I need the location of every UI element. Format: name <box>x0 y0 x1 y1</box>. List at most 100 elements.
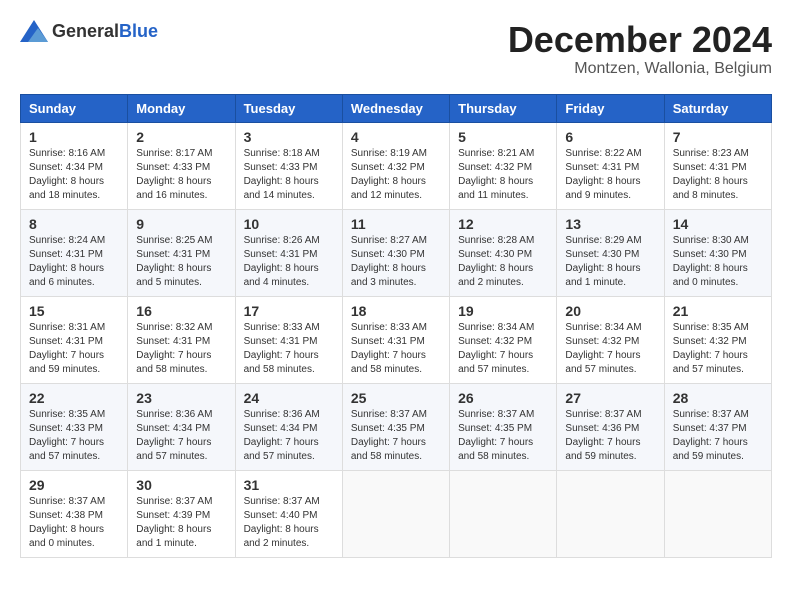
calendar-day-cell: 4 Sunrise: 8:19 AMSunset: 4:32 PMDayligh… <box>342 122 449 209</box>
day-info: Sunrise: 8:36 AMSunset: 4:34 PMDaylight:… <box>244 409 320 462</box>
day-number: 20 <box>565 303 655 319</box>
calendar-day-cell: 11 Sunrise: 8:27 AMSunset: 4:30 PMDaylig… <box>342 209 449 296</box>
day-number: 10 <box>244 216 334 232</box>
day-info: Sunrise: 8:30 AMSunset: 4:30 PMDaylight:… <box>673 235 749 288</box>
header-wednesday: Wednesday <box>342 94 449 122</box>
day-number: 9 <box>136 216 226 232</box>
day-info: Sunrise: 8:37 AMSunset: 4:40 PMDaylight:… <box>244 496 320 549</box>
day-info: Sunrise: 8:28 AMSunset: 4:30 PMDaylight:… <box>458 235 534 288</box>
calendar-day-cell: 18 Sunrise: 8:33 AMSunset: 4:31 PMDaylig… <box>342 296 449 383</box>
calendar-day-cell: 30 Sunrise: 8:37 AMSunset: 4:39 PMDaylig… <box>128 470 235 557</box>
day-info: Sunrise: 8:24 AMSunset: 4:31 PMDaylight:… <box>29 235 105 288</box>
calendar-table: Sunday Monday Tuesday Wednesday Thursday… <box>20 94 772 558</box>
calendar-day-cell <box>664 470 771 557</box>
day-info: Sunrise: 8:32 AMSunset: 4:31 PMDaylight:… <box>136 322 212 375</box>
header-friday: Friday <box>557 94 664 122</box>
day-info: Sunrise: 8:36 AMSunset: 4:34 PMDaylight:… <box>136 409 212 462</box>
day-number: 8 <box>29 216 119 232</box>
header-thursday: Thursday <box>450 94 557 122</box>
day-number: 24 <box>244 390 334 406</box>
calendar-day-cell <box>342 470 449 557</box>
calendar-day-cell <box>557 470 664 557</box>
calendar-day-cell: 2 Sunrise: 8:17 AMSunset: 4:33 PMDayligh… <box>128 122 235 209</box>
day-number: 26 <box>458 390 548 406</box>
day-number: 6 <box>565 129 655 145</box>
header-row: Sunday Monday Tuesday Wednesday Thursday… <box>21 94 772 122</box>
day-number: 17 <box>244 303 334 319</box>
calendar-day-cell: 5 Sunrise: 8:21 AMSunset: 4:32 PMDayligh… <box>450 122 557 209</box>
day-number: 18 <box>351 303 441 319</box>
calendar-week-row: 15 Sunrise: 8:31 AMSunset: 4:31 PMDaylig… <box>21 296 772 383</box>
day-number: 3 <box>244 129 334 145</box>
calendar-day-cell: 9 Sunrise: 8:25 AMSunset: 4:31 PMDayligh… <box>128 209 235 296</box>
title-area: December 2024 Montzen, Wallonia, Belgium <box>508 20 772 78</box>
calendar-day-cell: 24 Sunrise: 8:36 AMSunset: 4:34 PMDaylig… <box>235 383 342 470</box>
calendar-week-row: 29 Sunrise: 8:37 AMSunset: 4:38 PMDaylig… <box>21 470 772 557</box>
day-info: Sunrise: 8:37 AMSunset: 4:37 PMDaylight:… <box>673 409 749 462</box>
day-info: Sunrise: 8:26 AMSunset: 4:31 PMDaylight:… <box>244 235 320 288</box>
day-number: 2 <box>136 129 226 145</box>
logo-text: GeneralBlue <box>52 21 158 42</box>
day-info: Sunrise: 8:18 AMSunset: 4:33 PMDaylight:… <box>244 148 320 201</box>
day-info: Sunrise: 8:33 AMSunset: 4:31 PMDaylight:… <box>244 322 320 375</box>
header-monday: Monday <box>128 94 235 122</box>
day-info: Sunrise: 8:16 AMSunset: 4:34 PMDaylight:… <box>29 148 105 201</box>
calendar-day-cell: 3 Sunrise: 8:18 AMSunset: 4:33 PMDayligh… <box>235 122 342 209</box>
day-info: Sunrise: 8:37 AMSunset: 4:35 PMDaylight:… <box>351 409 427 462</box>
calendar-day-cell: 13 Sunrise: 8:29 AMSunset: 4:30 PMDaylig… <box>557 209 664 296</box>
day-number: 31 <box>244 477 334 493</box>
calendar-week-row: 22 Sunrise: 8:35 AMSunset: 4:33 PMDaylig… <box>21 383 772 470</box>
day-number: 16 <box>136 303 226 319</box>
day-number: 7 <box>673 129 763 145</box>
calendar-day-cell: 28 Sunrise: 8:37 AMSunset: 4:37 PMDaylig… <box>664 383 771 470</box>
location-subtitle: Montzen, Wallonia, Belgium <box>508 60 772 78</box>
day-number: 23 <box>136 390 226 406</box>
day-info: Sunrise: 8:35 AMSunset: 4:32 PMDaylight:… <box>673 322 749 375</box>
calendar-day-cell: 7 Sunrise: 8:23 AMSunset: 4:31 PMDayligh… <box>664 122 771 209</box>
calendar-day-cell: 19 Sunrise: 8:34 AMSunset: 4:32 PMDaylig… <box>450 296 557 383</box>
day-info: Sunrise: 8:25 AMSunset: 4:31 PMDaylight:… <box>136 235 212 288</box>
day-number: 12 <box>458 216 548 232</box>
day-number: 15 <box>29 303 119 319</box>
day-info: Sunrise: 8:34 AMSunset: 4:32 PMDaylight:… <box>565 322 641 375</box>
calendar-day-cell: 14 Sunrise: 8:30 AMSunset: 4:30 PMDaylig… <box>664 209 771 296</box>
header-tuesday: Tuesday <box>235 94 342 122</box>
calendar-day-cell: 29 Sunrise: 8:37 AMSunset: 4:38 PMDaylig… <box>21 470 128 557</box>
calendar-week-row: 8 Sunrise: 8:24 AMSunset: 4:31 PMDayligh… <box>21 209 772 296</box>
calendar-day-cell: 25 Sunrise: 8:37 AMSunset: 4:35 PMDaylig… <box>342 383 449 470</box>
day-info: Sunrise: 8:37 AMSunset: 4:38 PMDaylight:… <box>29 496 105 549</box>
day-info: Sunrise: 8:23 AMSunset: 4:31 PMDaylight:… <box>673 148 749 201</box>
calendar-week-row: 1 Sunrise: 8:16 AMSunset: 4:34 PMDayligh… <box>21 122 772 209</box>
calendar-day-cell: 27 Sunrise: 8:37 AMSunset: 4:36 PMDaylig… <box>557 383 664 470</box>
day-number: 21 <box>673 303 763 319</box>
day-number: 25 <box>351 390 441 406</box>
day-number: 29 <box>29 477 119 493</box>
calendar-day-cell: 17 Sunrise: 8:33 AMSunset: 4:31 PMDaylig… <box>235 296 342 383</box>
day-info: Sunrise: 8:37 AMSunset: 4:36 PMDaylight:… <box>565 409 641 462</box>
day-number: 30 <box>136 477 226 493</box>
day-number: 28 <box>673 390 763 406</box>
day-number: 13 <box>565 216 655 232</box>
day-info: Sunrise: 8:33 AMSunset: 4:31 PMDaylight:… <box>351 322 427 375</box>
day-number: 11 <box>351 216 441 232</box>
day-info: Sunrise: 8:17 AMSunset: 4:33 PMDaylight:… <box>136 148 212 201</box>
day-number: 5 <box>458 129 548 145</box>
day-info: Sunrise: 8:37 AMSunset: 4:39 PMDaylight:… <box>136 496 212 549</box>
header-saturday: Saturday <box>664 94 771 122</box>
day-number: 27 <box>565 390 655 406</box>
day-number: 4 <box>351 129 441 145</box>
day-info: Sunrise: 8:27 AMSunset: 4:30 PMDaylight:… <box>351 235 427 288</box>
month-year-title: December 2024 <box>508 20 772 60</box>
calendar-day-cell <box>450 470 557 557</box>
calendar-day-cell: 15 Sunrise: 8:31 AMSunset: 4:31 PMDaylig… <box>21 296 128 383</box>
logo: GeneralBlue <box>20 20 158 42</box>
day-number: 22 <box>29 390 119 406</box>
calendar-day-cell: 26 Sunrise: 8:37 AMSunset: 4:35 PMDaylig… <box>450 383 557 470</box>
calendar-day-cell: 21 Sunrise: 8:35 AMSunset: 4:32 PMDaylig… <box>664 296 771 383</box>
day-info: Sunrise: 8:37 AMSunset: 4:35 PMDaylight:… <box>458 409 534 462</box>
day-info: Sunrise: 8:19 AMSunset: 4:32 PMDaylight:… <box>351 148 427 201</box>
day-info: Sunrise: 8:31 AMSunset: 4:31 PMDaylight:… <box>29 322 105 375</box>
page-header: GeneralBlue December 2024 Montzen, Wallo… <box>20 20 772 78</box>
day-number: 1 <box>29 129 119 145</box>
calendar-day-cell: 1 Sunrise: 8:16 AMSunset: 4:34 PMDayligh… <box>21 122 128 209</box>
